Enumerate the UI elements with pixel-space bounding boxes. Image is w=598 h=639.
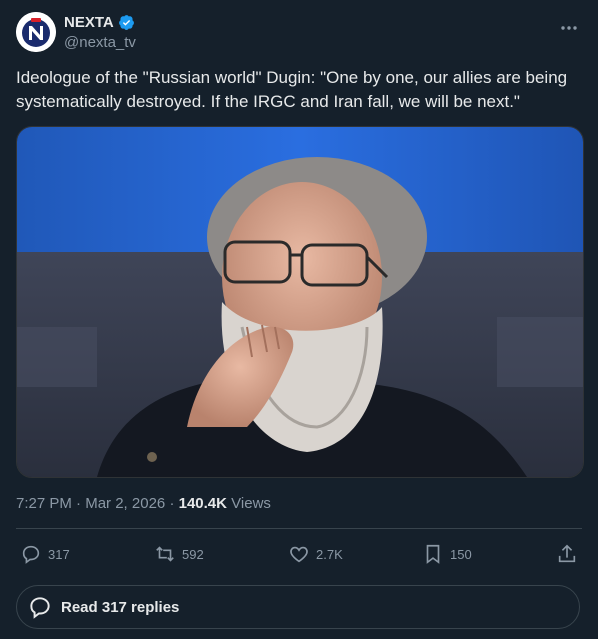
- heart-icon: [290, 546, 308, 563]
- bookmark-icon: [426, 544, 440, 564]
- reply-icon: [30, 597, 50, 619]
- avatar[interactable]: [16, 12, 56, 52]
- bookmark-count: 150: [450, 546, 472, 562]
- separator: ·: [76, 495, 82, 512]
- divider: [16, 528, 582, 529]
- tweet-meta: 7:27 PM · Mar 2, 2026 · 140.4K Views: [16, 495, 271, 512]
- nexta-logo-icon: [16, 12, 56, 52]
- tweet-photo[interactable]: [16, 126, 584, 478]
- like-button[interactable]: 2.7K: [288, 538, 343, 570]
- reply-count: 317: [48, 546, 70, 562]
- share-icon: [558, 544, 576, 563]
- like-count: 2.7K: [316, 546, 343, 562]
- read-replies-button[interactable]: Read 317 replies: [16, 585, 580, 629]
- more-button[interactable]: [558, 18, 580, 38]
- retweet-count: 592: [182, 546, 204, 562]
- tweet-header: NEXTA @nexta_tv: [16, 12, 582, 56]
- separator: ·: [169, 495, 175, 512]
- views-count: 140.4K: [178, 495, 227, 512]
- tweet-time[interactable]: 7:27 PM: [16, 495, 72, 512]
- photo-image: [17, 127, 583, 477]
- verified-badge-icon: [118, 15, 134, 30]
- tweet-date[interactable]: Mar 2, 2026: [85, 495, 165, 512]
- bookmark-button[interactable]: 150: [422, 538, 472, 570]
- retweet-icon: [156, 546, 174, 562]
- retweet-button[interactable]: 592: [154, 538, 204, 570]
- views-label: Views: [231, 495, 271, 512]
- display-name[interactable]: NEXTA: [64, 14, 114, 31]
- read-replies-label: Read 317 replies: [61, 598, 180, 616]
- tweet-text: Ideologue of the "Russian world" Dugin: …: [16, 68, 568, 111]
- reply-button[interactable]: 317: [20, 538, 70, 570]
- more-icon: [561, 26, 577, 30]
- share-button[interactable]: [556, 538, 578, 570]
- action-bar: 317 592 2.7K 150: [16, 538, 582, 570]
- handle[interactable]: @nexta_tv: [64, 34, 136, 51]
- reply-icon: [22, 545, 40, 564]
